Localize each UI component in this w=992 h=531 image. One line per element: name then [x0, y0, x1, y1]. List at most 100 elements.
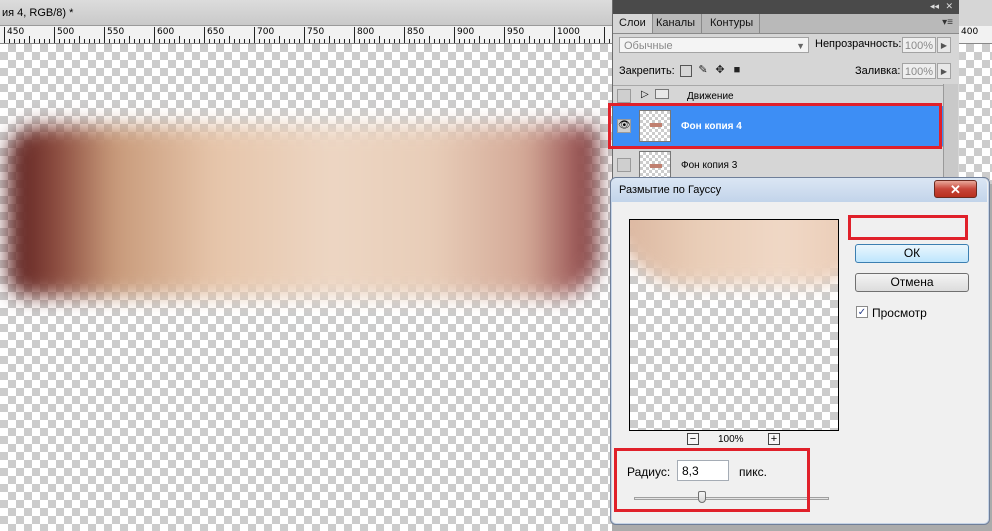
document-tab[interactable]: ия 4, RGB/8) * — [0, 0, 612, 26]
panel-title-bar[interactable]: ◂◂ ✕ — [613, 0, 959, 14]
canvas-right-edge — [958, 44, 992, 184]
collapse-icon[interactable]: ◂◂ — [930, 1, 939, 12]
ruler-tick — [269, 39, 270, 43]
layer-name: Фон копия 3 — [681, 160, 738, 171]
ruler-tick — [524, 39, 525, 43]
ruler-tick — [299, 39, 300, 43]
ruler-tick — [114, 39, 115, 43]
ruler-tick — [219, 39, 220, 43]
cancel-button[interactable]: Отмена — [855, 273, 969, 292]
layer-name: Движение — [687, 91, 734, 102]
ruler-tick — [199, 39, 200, 43]
opacity-slider-icon[interactable]: ▶ — [937, 37, 951, 53]
visibility-toggle[interactable] — [617, 158, 631, 172]
layers-scrollbar[interactable] — [943, 84, 958, 184]
ruler-tick — [509, 39, 510, 43]
tab-layers[interactable]: Слои — [613, 14, 653, 33]
zoom-level: 100% — [718, 434, 744, 445]
ruler-tick — [434, 39, 435, 43]
zoom-out-button[interactable]: − — [687, 433, 699, 445]
tab-channels[interactable]: Каналы — [650, 14, 703, 33]
ruler-tick — [149, 39, 150, 43]
ruler-tick — [324, 39, 325, 43]
ruler-label: 1000 — [557, 27, 580, 37]
ruler-tick — [129, 36, 130, 43]
layers-panel: ◂◂ ✕ Слои Каналы Контуры ▾≡ Обычные ▼ Не… — [612, 0, 959, 184]
close-icon[interactable]: ✕ — [934, 180, 977, 198]
ruler-label: 950 — [507, 27, 525, 37]
blend-mode-select[interactable]: Обычные ▼ — [619, 37, 809, 53]
document-canvas[interactable] — [0, 44, 612, 531]
ruler-label: 500 — [57, 27, 75, 37]
zoom-in-button[interactable]: + — [768, 433, 780, 445]
ruler-tick — [29, 36, 30, 43]
ruler-tick — [499, 39, 500, 43]
ruler-tick — [404, 27, 405, 43]
ruler-tick — [469, 39, 470, 43]
blur-preview[interactable] — [629, 219, 839, 431]
ruler-tick — [554, 27, 555, 43]
lock-move-icon[interactable]: ✥ — [714, 64, 726, 76]
ok-button[interactable]: ОК — [855, 244, 969, 263]
ruler-tick — [274, 39, 275, 43]
panel-menu-icon[interactable]: ▾≡ — [942, 17, 953, 28]
fill-input[interactable]: 100% — [902, 63, 936, 79]
ruler-tick — [334, 39, 335, 43]
ruler-tick — [169, 39, 170, 43]
ruler-tick — [574, 39, 575, 43]
ruler-label: 600 — [157, 27, 175, 37]
visibility-toggle[interactable] — [617, 89, 631, 103]
ruler-tick — [214, 39, 215, 43]
ruler-tick — [474, 39, 475, 43]
ruler-tick — [69, 39, 70, 43]
ruler-tick — [559, 39, 560, 43]
disclosure-triangle-icon[interactable]: ▷ — [641, 89, 649, 100]
opacity-input[interactable]: 100% — [902, 37, 936, 53]
fill-label: Заливка: — [855, 65, 901, 77]
ruler-tick — [414, 39, 415, 43]
ruler-tick — [339, 39, 340, 43]
ruler-tick — [379, 36, 380, 43]
ruler-tick — [429, 36, 430, 43]
ruler-tick — [354, 27, 355, 43]
ruler-tick — [164, 39, 165, 43]
ruler-tick — [229, 36, 230, 43]
fill-slider-icon[interactable]: ▶ — [937, 63, 951, 79]
panel-close-icon[interactable]: ✕ — [945, 1, 953, 12]
dialog-title-bar[interactable]: Размытие по Гауссу ✕ — [611, 178, 987, 202]
ruler-tick — [604, 27, 605, 43]
ruler-tick — [364, 39, 365, 43]
highlight-radius — [614, 448, 810, 512]
ruler-tick — [224, 39, 225, 43]
ruler-tick — [359, 39, 360, 43]
ruler-tick — [189, 39, 190, 43]
tab-paths[interactable]: Контуры — [704, 14, 761, 33]
ruler-tick — [39, 39, 40, 43]
ruler-tick — [254, 27, 255, 43]
ruler-tick — [124, 39, 125, 43]
ruler-tick — [444, 39, 445, 43]
horizontal-ruler-right: 400 — [958, 26, 992, 44]
ruler-tick — [179, 36, 180, 43]
preview-label: Просмотр — [872, 306, 927, 320]
preview-image — [630, 220, 838, 285]
preview-checkbox[interactable]: ✓ — [856, 306, 868, 318]
ruler-tick — [344, 39, 345, 43]
blurred-image-layer — [8, 126, 598, 296]
ruler-tick — [459, 39, 460, 43]
ruler-tick — [259, 39, 260, 43]
ruler-tick — [184, 39, 185, 43]
dialog-title: Размытие по Гауссу — [619, 184, 722, 196]
ruler-tick — [539, 39, 540, 43]
lock-brush-icon[interactable]: ✎ — [697, 64, 709, 76]
ruler-tick — [154, 27, 155, 43]
ruler-tick — [94, 39, 95, 43]
ruler-tick — [609, 39, 610, 43]
ruler-tick — [159, 39, 160, 43]
ruler-tick — [44, 39, 45, 43]
ruler-tick — [279, 36, 280, 43]
lock-transparent-icon[interactable] — [680, 65, 692, 77]
horizontal-ruler: 450 500 550 600 650 700 750 800 850 900 950 1000 — [0, 26, 612, 44]
lock-all-icon[interactable]: ■ — [731, 64, 743, 76]
ruler-label: 700 — [257, 27, 275, 37]
